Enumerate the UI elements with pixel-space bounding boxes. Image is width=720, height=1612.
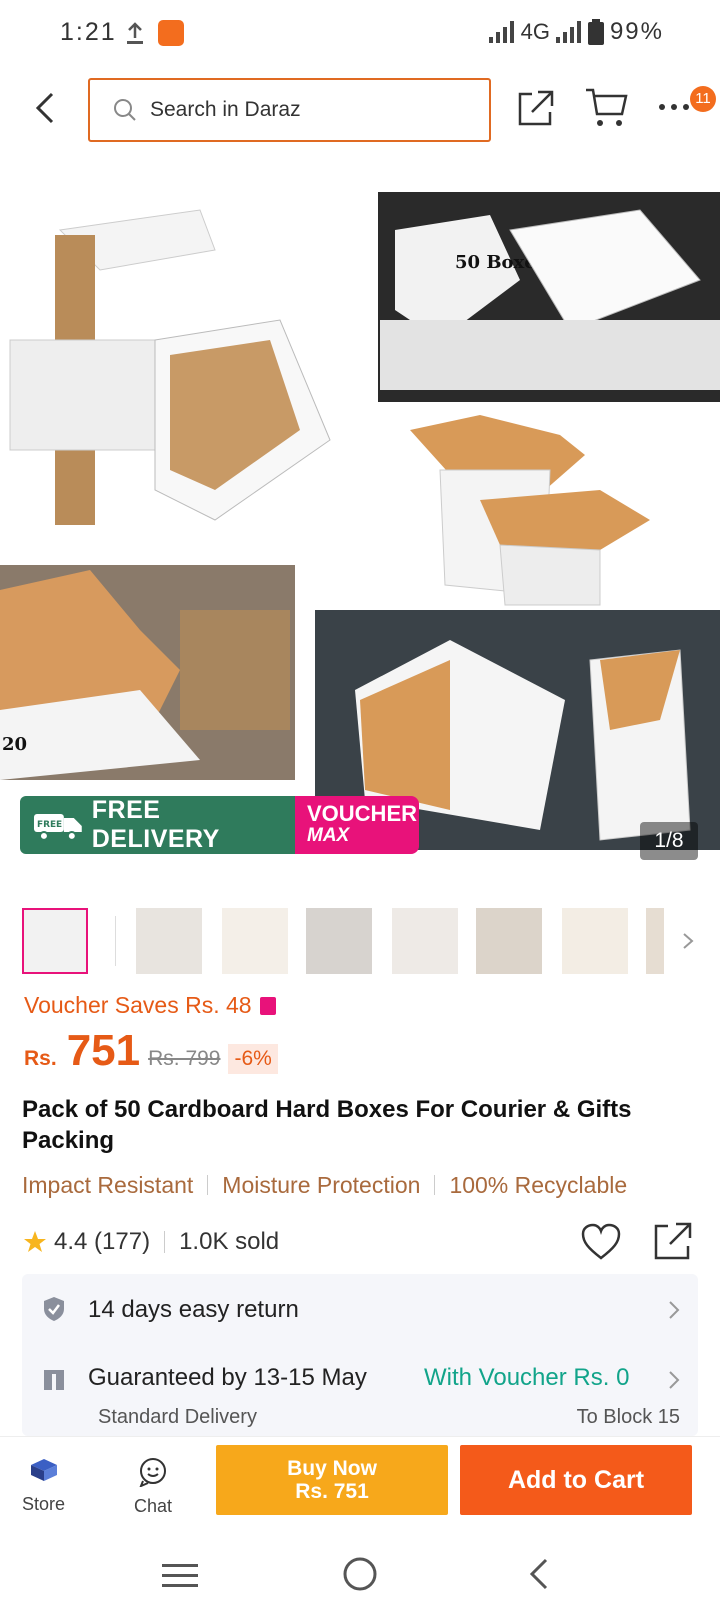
feature-tags: Impact Resistant Moisture Protection 100…	[22, 1168, 627, 1202]
voucher-tag-icon	[259, 996, 276, 1015]
thumbnail-2[interactable]	[136, 908, 202, 974]
product-title: Pack of 50 Cardboard Hard Boxes For Cour…	[22, 1096, 632, 1154]
service-card: 14 days easy return Guaranteed by 13-15 …	[22, 1274, 698, 1436]
delivery-destination: To Block 15	[576, 1406, 680, 1428]
price-row: Rs. 751 Rs. 799 -6%	[24, 1026, 278, 1076]
system-nav-bar	[0, 1536, 720, 1612]
buy-now-price: Rs. 751	[295, 1480, 369, 1503]
delivery-row[interactable]: Guaranteed by 13-15 May With Voucher Rs.…	[22, 1344, 698, 1436]
battery-icon	[587, 19, 604, 45]
delivery-truck-icon: FREE	[33, 814, 82, 841]
chevron-right-icon	[669, 1371, 680, 1389]
chat-label: Chat	[134, 1496, 173, 1516]
feature-tag: Impact Resistant	[22, 1171, 194, 1198]
action-bar: Store Chat Buy Now Rs. 751 Add to Cart	[0, 1436, 720, 1536]
thumbnail-8[interactable]	[646, 908, 664, 974]
rating-divider	[164, 1231, 166, 1253]
free-delivery-label: FREE DELIVERY	[91, 796, 220, 853]
overlay-count-text: 20	[2, 734, 27, 755]
thumbnail-3[interactable]	[222, 908, 288, 974]
discount-badge: -6%	[228, 1044, 278, 1074]
thumbnail-7[interactable]	[562, 908, 628, 974]
store-button[interactable]: Store	[22, 1457, 65, 1515]
voucher-max-line1: VOUCHER	[307, 801, 418, 826]
share-icon[interactable]	[516, 88, 556, 128]
battery-percent: 99%	[609, 18, 664, 45]
return-policy-row[interactable]: 14 days easy return	[22, 1274, 698, 1344]
shield-icon	[44, 1297, 64, 1321]
feature-tag: Moisture Protection	[222, 1171, 421, 1198]
price-value: 751	[66, 1026, 141, 1075]
store-logo-icon	[30, 1459, 57, 1481]
top-nav: Search in Daraz	[0, 72, 720, 148]
feature-tag: 100% Recyclable	[449, 1171, 628, 1198]
original-price: Rs. 799	[148, 1047, 221, 1070]
signal-icon	[488, 21, 514, 43]
sold-count: 1.0K sold	[179, 1228, 280, 1255]
delivery-type: Standard Delivery	[98, 1406, 257, 1428]
status-time: 1:21	[60, 18, 117, 46]
product-photo-collage: 50 Boxes 20	[0, 192, 720, 850]
thumbnail-6[interactable]	[476, 908, 542, 974]
product-image[interactable]: 50 Boxes 20	[0, 190, 720, 874]
chat-icon	[139, 1458, 167, 1488]
status-indicators: 4G 99%	[488, 18, 664, 46]
feature-divider	[434, 1175, 436, 1195]
cart-icon[interactable]	[584, 86, 630, 130]
network-type: 4G	[520, 19, 550, 44]
thumbnail-divider	[115, 916, 116, 966]
back-arrow-icon[interactable]	[24, 86, 68, 130]
signal-icon-2	[555, 21, 581, 43]
store-label: Store	[22, 1494, 66, 1514]
free-tag-text: FREE	[37, 820, 62, 830]
home-icon[interactable]	[342, 1556, 378, 1592]
add-to-cart-button[interactable]: Add to Cart	[460, 1445, 692, 1515]
search-input[interactable]: Search in Daraz	[88, 78, 491, 142]
buy-now-button[interactable]: Buy Now Rs. 751	[216, 1445, 448, 1515]
guarantee-text: Guaranteed by 13-15 May	[88, 1364, 367, 1391]
voucher-max-line2: MAX	[307, 825, 350, 846]
rating-value: 4.4 (177)	[54, 1228, 151, 1255]
price-currency: Rs.	[24, 1047, 57, 1070]
search-icon	[114, 99, 136, 121]
free-delivery-banner: FREE FREE DELIVERY	[20, 796, 295, 854]
cart-badge: 11	[690, 86, 716, 112]
thumbnail-1[interactable]	[22, 908, 88, 974]
recent-apps-icon[interactable]	[162, 1560, 198, 1590]
chevron-right-icon	[669, 1301, 680, 1319]
voucher-saves-text: Voucher Saves Rs. 48	[24, 992, 252, 1018]
upload-icon	[127, 22, 143, 44]
star-icon	[24, 1231, 46, 1252]
status-bar: 1:21 4G 99%	[0, 0, 720, 68]
image-counter: 1/8	[640, 822, 698, 860]
return-text: 14 days easy return	[88, 1296, 299, 1323]
nav-back-icon[interactable]	[526, 1556, 550, 1592]
chevron-right-icon[interactable]	[678, 926, 698, 956]
thumbnail-strip	[0, 904, 720, 980]
feature-divider	[207, 1175, 209, 1195]
chat-button[interactable]: Chat	[134, 1457, 172, 1517]
delivery-box-icon	[44, 1370, 64, 1390]
voucher-max-banner: VOUCHER MAX	[295, 796, 419, 854]
daraz-app-icon	[158, 20, 184, 46]
thumbnail-4[interactable]	[306, 908, 372, 974]
buy-now-label: Buy Now	[287, 1457, 377, 1480]
search-placeholder: Search in Daraz	[150, 98, 301, 121]
heart-icon[interactable]	[580, 1222, 622, 1262]
rating-row[interactable]: 4.4 (177) 1.0K sold	[22, 1220, 702, 1264]
voucher-saves[interactable]: Voucher Saves Rs. 48	[24, 992, 276, 1019]
share-icon[interactable]	[652, 1220, 694, 1262]
thumbnail-5[interactable]	[392, 908, 458, 974]
voucher-delivery-text: With Voucher Rs. 0	[424, 1364, 630, 1391]
